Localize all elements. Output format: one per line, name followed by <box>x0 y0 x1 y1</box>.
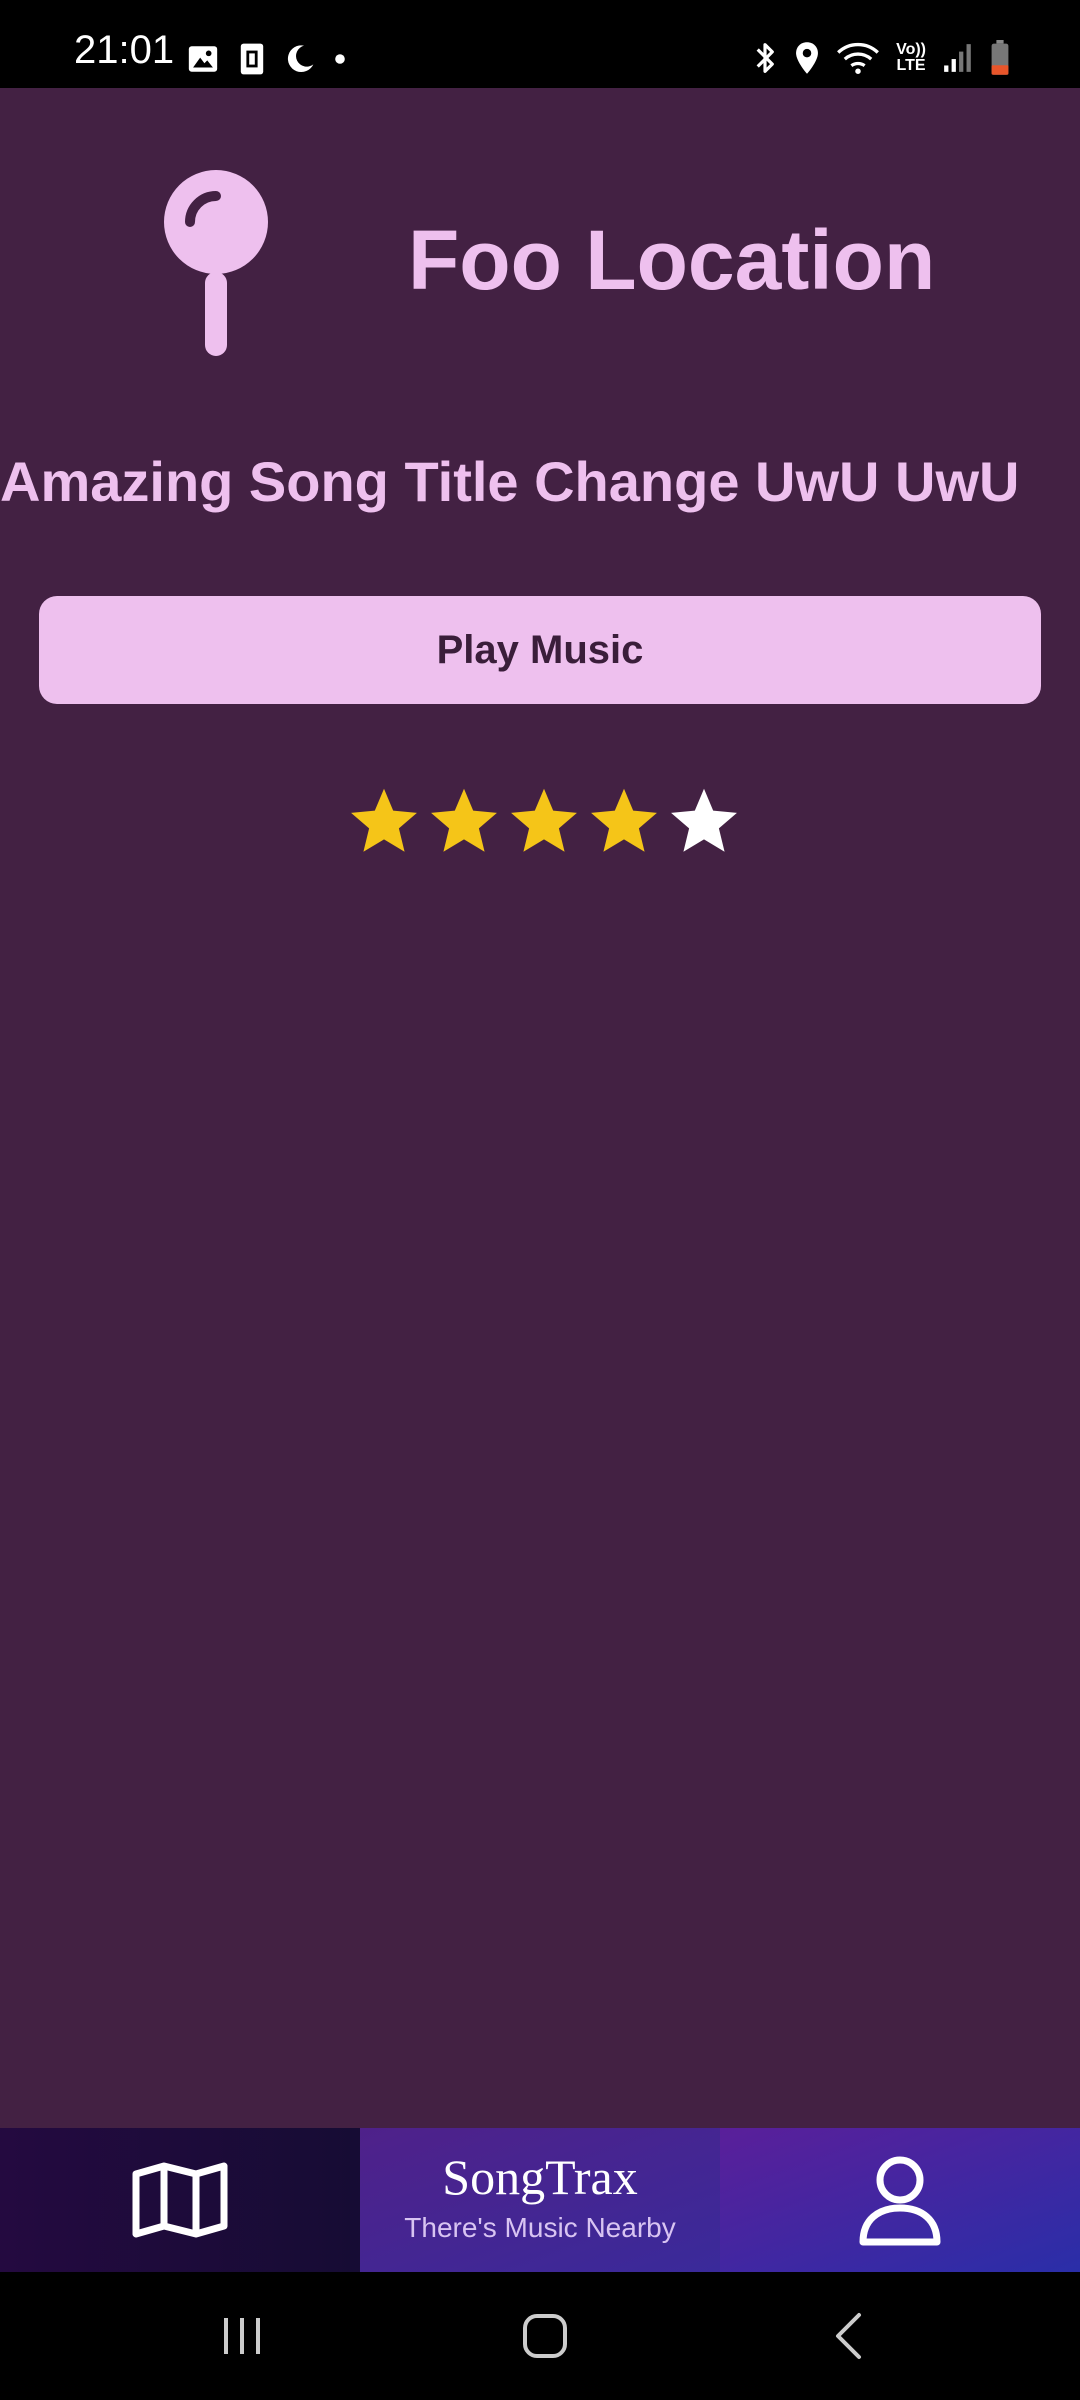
brand-tagline: There's Music Nearby <box>404 2212 676 2243</box>
system-nav-bar <box>0 2272 1080 2400</box>
home-button[interactable] <box>465 2272 625 2400</box>
tab-map[interactable] <box>0 2128 360 2272</box>
signal-icon <box>944 44 971 72</box>
recent-apps-icon <box>224 2318 260 2354</box>
play-music-button[interactable]: Play Music <box>39 596 1041 704</box>
battery-icon <box>991 40 1009 75</box>
star-2-icon[interactable] <box>426 784 502 860</box>
location-title: Foo Location <box>408 213 936 307</box>
tab-home-brand[interactable]: SongTrax There's Music Nearby <box>360 2128 720 2272</box>
status-right-icons: Vo)) LTE <box>752 40 1010 76</box>
star-rating[interactable] <box>346 784 742 860</box>
back-button[interactable] <box>768 2272 928 2400</box>
volte-icon: Vo)) LTE <box>896 42 926 74</box>
star-5-icon[interactable] <box>666 784 742 860</box>
sim-card-icon <box>240 43 264 75</box>
profile-icon <box>859 2156 941 2246</box>
status-time: 21:01 <box>74 28 175 72</box>
wifi-icon <box>837 42 880 74</box>
star-1-icon[interactable] <box>346 784 422 860</box>
map-icon <box>132 2162 228 2238</box>
location-icon <box>796 42 819 74</box>
gallery-icon <box>188 46 218 72</box>
status-left-icons <box>186 42 346 76</box>
star-3-icon[interactable] <box>506 784 582 860</box>
volte-label-bottom: LTE <box>896 57 926 74</box>
song-title: Amazing Song Title Change UwU UwU <box>0 450 1020 513</box>
star-4-icon[interactable] <box>586 784 662 860</box>
bottom-tab-bar: SongTrax There's Music Nearby <box>0 2128 1080 2272</box>
status-bar: 21:01 Vo)) LTE <box>0 0 1080 88</box>
recent-apps-button[interactable] <box>162 2272 322 2400</box>
home-icon <box>523 2314 567 2358</box>
moon-icon <box>287 45 314 73</box>
brand-name: SongTrax <box>442 2149 638 2205</box>
back-icon <box>836 2313 861 2359</box>
dot-icon <box>335 54 345 64</box>
bluetooth-icon <box>756 43 774 73</box>
location-screen: Foo Location Amazing Song Title Change U… <box>0 88 1080 2128</box>
map-pin-icon <box>164 170 268 356</box>
tab-profile[interactable] <box>720 2128 1080 2272</box>
volte-label-top: Vo)) <box>896 41 926 58</box>
